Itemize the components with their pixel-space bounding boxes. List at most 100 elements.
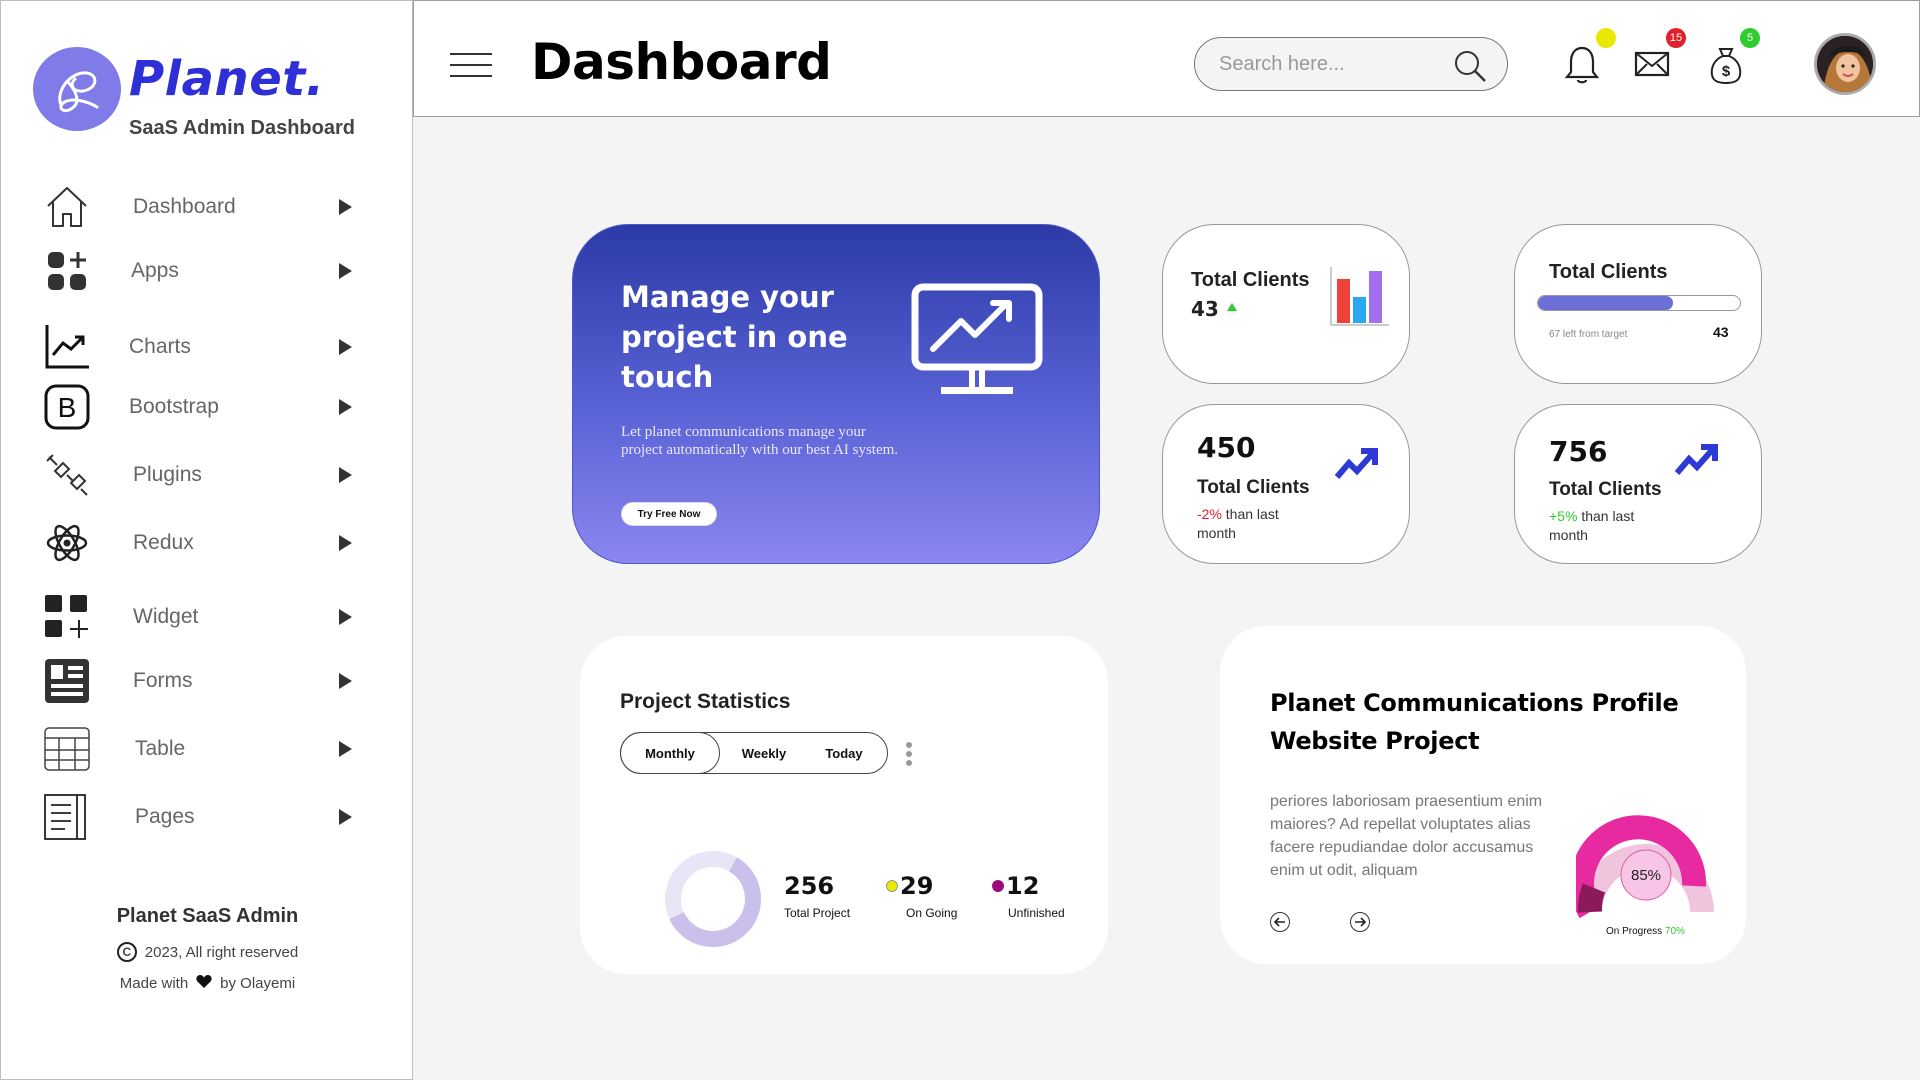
sidebar-item-label: Apps: [131, 259, 179, 282]
stat-card-clients-450: 450 Total Clients -2% than last month: [1162, 404, 1410, 564]
unfinished-value: 12: [1006, 872, 1040, 900]
sidebar-item-plugins[interactable]: Plugins: [41, 449, 361, 501]
chevron-right-icon: [339, 741, 352, 757]
search-icon[interactable]: [1453, 49, 1487, 88]
svg-text:$: $: [1722, 63, 1731, 80]
tab-weekly[interactable]: Weekly: [720, 732, 808, 774]
period-tabs: Monthly Weekly Today: [620, 732, 888, 774]
next-arrow-icon[interactable]: [1350, 912, 1370, 932]
total-project-value: 256: [784, 872, 835, 900]
project-statistics-title: Project Statistics: [620, 690, 791, 713]
stat-title: Total Clients: [1549, 479, 1662, 500]
made-with-text: Made with: [119, 975, 189, 992]
footer-credit: Made with by Olayemi: [1, 974, 414, 993]
unfinished-stat: 12: [992, 872, 1039, 900]
logo[interactable]: Planet. SaaS Admin Dashboard: [33, 47, 355, 140]
sidebar: Planet. SaaS Admin Dashboard Dashboard A…: [0, 0, 413, 1080]
stat-card-clients-756: 756 Total Clients +5% than last month: [1514, 404, 1762, 564]
sidebar-item-charts[interactable]: Charts: [41, 321, 361, 373]
sidebar-footer: Planet SaaS Admin C 2023, All right rese…: [1, 905, 414, 993]
plug-icon: [41, 449, 93, 501]
chevron-right-icon: [339, 609, 352, 625]
sidebar-item-bootstrap[interactable]: B Bootstrap: [41, 381, 361, 433]
widget-icon: [41, 591, 93, 643]
chevron-right-icon: [339, 199, 352, 215]
sidebar-item-redux[interactable]: Redux: [41, 517, 361, 569]
copyright-text: 2023, All right reserved: [144, 943, 299, 961]
ongoing-value: 29: [900, 872, 934, 900]
profile-project-panel: Planet Communications Profile Website Pr…: [1220, 626, 1746, 964]
trend-up-icon: [1227, 303, 1237, 311]
stat-change: -2% than last month: [1197, 505, 1317, 543]
react-icon: [41, 517, 93, 569]
stat-value: 450: [1197, 431, 1256, 464]
messages-badge: 15: [1666, 28, 1686, 48]
sidebar-item-dashboard[interactable]: Dashboard: [41, 181, 361, 233]
sidebar-item-label: Redux: [133, 531, 194, 554]
svg-text:B: B: [58, 392, 77, 423]
prev-arrow-icon[interactable]: [1270, 912, 1290, 932]
notifications-button[interactable]: 5: [1564, 28, 1616, 85]
stat-value: 43: [1191, 297, 1219, 321]
sidebar-item-widget[interactable]: Widget: [41, 591, 361, 643]
chart-icon: [41, 321, 93, 373]
forms-icon: [41, 655, 93, 707]
payments-button[interactable]: $ 5: [1708, 28, 1760, 85]
stat-title: Total Clients: [1549, 261, 1668, 283]
sidebar-item-label: Plugins: [133, 463, 202, 486]
sidebar-item-pages[interactable]: Pages: [41, 791, 361, 843]
promo-description: Let planet communications manage your pr…: [621, 424, 899, 458]
search-bar: [1194, 37, 1508, 91]
progress-gauge: 85%: [1570, 808, 1716, 925]
ongoing-stat: 29: [886, 872, 933, 900]
top-header: Dashboard 5 15 $ 5: [413, 0, 1920, 117]
total-project-label: Total Project: [784, 906, 851, 920]
money-bag-icon: $: [1710, 48, 1742, 85]
unfinished-dot: [992, 880, 1004, 892]
apps-icon: [41, 245, 93, 297]
chevron-right-icon: [339, 467, 352, 483]
sidebar-item-label: Bootstrap: [129, 395, 219, 418]
heart-icon: [196, 974, 212, 993]
gauge-percent: 85%: [1631, 867, 1661, 884]
sidebar-item-label: Pages: [135, 805, 195, 828]
chevron-right-icon: [339, 673, 352, 689]
table-icon: [41, 723, 93, 775]
messages-button[interactable]: 15: [1634, 28, 1686, 85]
brand-subtitle: SaaS Admin Dashboard: [129, 117, 355, 139]
on-progress-label: On Progress: [1606, 926, 1663, 937]
hamburger-menu-icon[interactable]: [450, 53, 492, 77]
unfinished-label: Unfinished: [1008, 906, 1065, 920]
on-progress-value: 70%: [1664, 926, 1685, 937]
chevron-right-icon: [339, 535, 352, 551]
chevron-right-icon: [339, 339, 352, 355]
target-left-text: 67 left from target: [1549, 329, 1628, 340]
ongoing-dot: [886, 880, 898, 892]
stat-value: 756: [1549, 435, 1608, 468]
target-progress-bar: [1537, 295, 1741, 311]
stat-title: Total Clients: [1197, 477, 1310, 498]
sidebar-item-apps[interactable]: Apps: [41, 245, 361, 297]
promo-card: Manage your project in one touch Let pla…: [572, 224, 1100, 564]
search-input[interactable]: [1219, 52, 1439, 76]
sidebar-item-forms[interactable]: Forms: [41, 655, 361, 707]
sidebar-item-table[interactable]: Table: [41, 723, 361, 775]
more-options-icon[interactable]: [904, 742, 914, 772]
bootstrap-icon: B: [41, 381, 93, 433]
chevron-right-icon: [339, 809, 352, 825]
bell-icon: [1564, 46, 1600, 84]
sidebar-item-label: Charts: [129, 335, 191, 358]
try-free-now-button[interactable]: Try Free Now: [621, 502, 717, 526]
stat-card-total-clients: Total Clients 43: [1162, 224, 1410, 384]
brand-name: Planet.: [129, 51, 325, 107]
tab-today[interactable]: Today: [808, 732, 880, 774]
planet-logo-icon: [33, 47, 121, 131]
stat-change-value: -2%: [1197, 506, 1222, 522]
trending-up-icon: [1333, 443, 1381, 488]
stat-change: +5% than last month: [1549, 507, 1669, 545]
author-text: by Olayemi: [220, 975, 296, 992]
user-avatar[interactable]: [1814, 33, 1876, 95]
ongoing-label: On Going: [906, 906, 958, 920]
footer-title: Planet SaaS Admin: [116, 905, 299, 927]
tab-monthly[interactable]: Monthly: [620, 732, 720, 774]
